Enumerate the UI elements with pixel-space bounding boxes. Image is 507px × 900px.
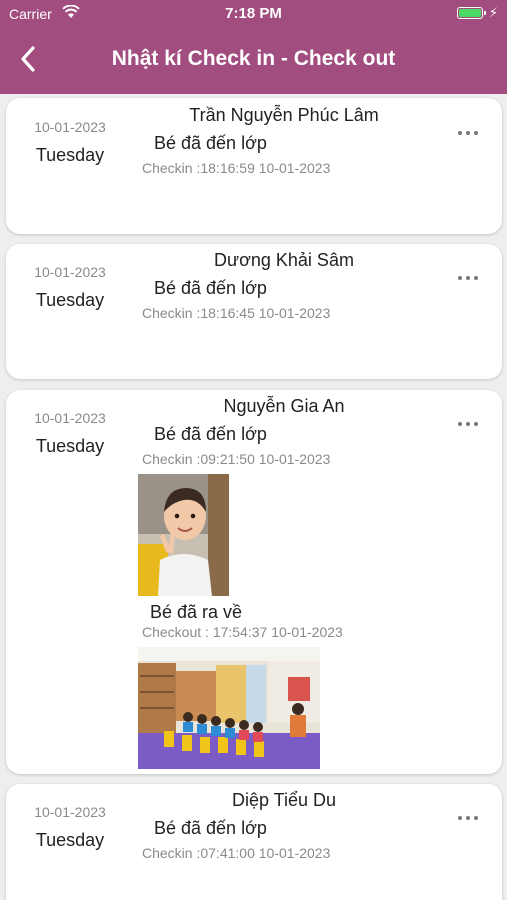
more-options-button[interactable] [456, 271, 480, 285]
checkin-status: Bé đã đến lớp [154, 424, 267, 444]
entry-weekday: Tuesday [35, 290, 105, 310]
charging-icon: ⚡ [488, 5, 498, 20]
checkout-photo[interactable] [138, 647, 320, 769]
more-options-button[interactable] [456, 126, 480, 140]
checkin-status: Bé đã đến lớp [154, 133, 267, 153]
entry-date: 10-01-2023 [34, 119, 106, 135]
more-options-button[interactable] [456, 417, 480, 431]
checkin-time: Checkin :18:16:59 10-01-2023 [142, 160, 331, 176]
entry-weekday: Tuesday [35, 145, 105, 165]
battery-icon [457, 7, 486, 19]
entry-date: 10-01-2023 [34, 804, 106, 820]
checkout-status: Bé đã ra về [150, 602, 243, 622]
entry-date: 10-01-2023 [34, 410, 106, 426]
page-title: Nhật kí Check in - Check out [111, 47, 396, 70]
student-name: Dương Khải Sâm [214, 250, 354, 270]
entry-date: 10-01-2023 [34, 264, 106, 280]
checkin-status: Bé đã đến lớp [154, 818, 267, 838]
status-bar: Carrier 7:18 PM ⚡ [0, 0, 507, 28]
log-card[interactable]: 10-01-2023 Tuesday Dương Khải Sâm Bé đã … [6, 244, 502, 379]
checkin-time: Checkin :18:16:45 10-01-2023 [142, 305, 331, 321]
student-name: Nguyễn Gia An [223, 396, 345, 416]
checkin-status: Bé đã đến lớp [154, 278, 267, 298]
log-card[interactable]: 10-01-2023 Tuesday Trần Nguyễn Phúc Lâm … [6, 98, 502, 234]
status-time: 7:18 PM [225, 5, 282, 22]
log-card[interactable]: 10-01-2023 Tuesday Nguyễn Gia An Bé đã đ… [6, 390, 502, 774]
entry-weekday: Tuesday [35, 436, 105, 456]
checkin-time: Checkin :09:21:50 10-01-2023 [142, 451, 331, 467]
checkin-time: Checkin :07:41:00 10-01-2023 [142, 845, 331, 861]
app-header: Carrier 7:18 PM ⚡ Nhật kí Check in - Che… [0, 0, 507, 94]
entry-weekday: Tuesday [35, 830, 105, 850]
checkin-photo[interactable] [138, 474, 229, 596]
student-name: Trần Nguyễn Phúc Lâm [189, 105, 379, 125]
more-options-button[interactable] [456, 811, 480, 825]
student-name: Diệp Tiểu Du [231, 790, 337, 810]
log-card[interactable]: 10-01-2023 Tuesday Diệp Tiểu Du Bé đã đế… [6, 784, 502, 900]
checkout-time: Checkout : 17:54:37 10-01-2023 [142, 624, 343, 640]
